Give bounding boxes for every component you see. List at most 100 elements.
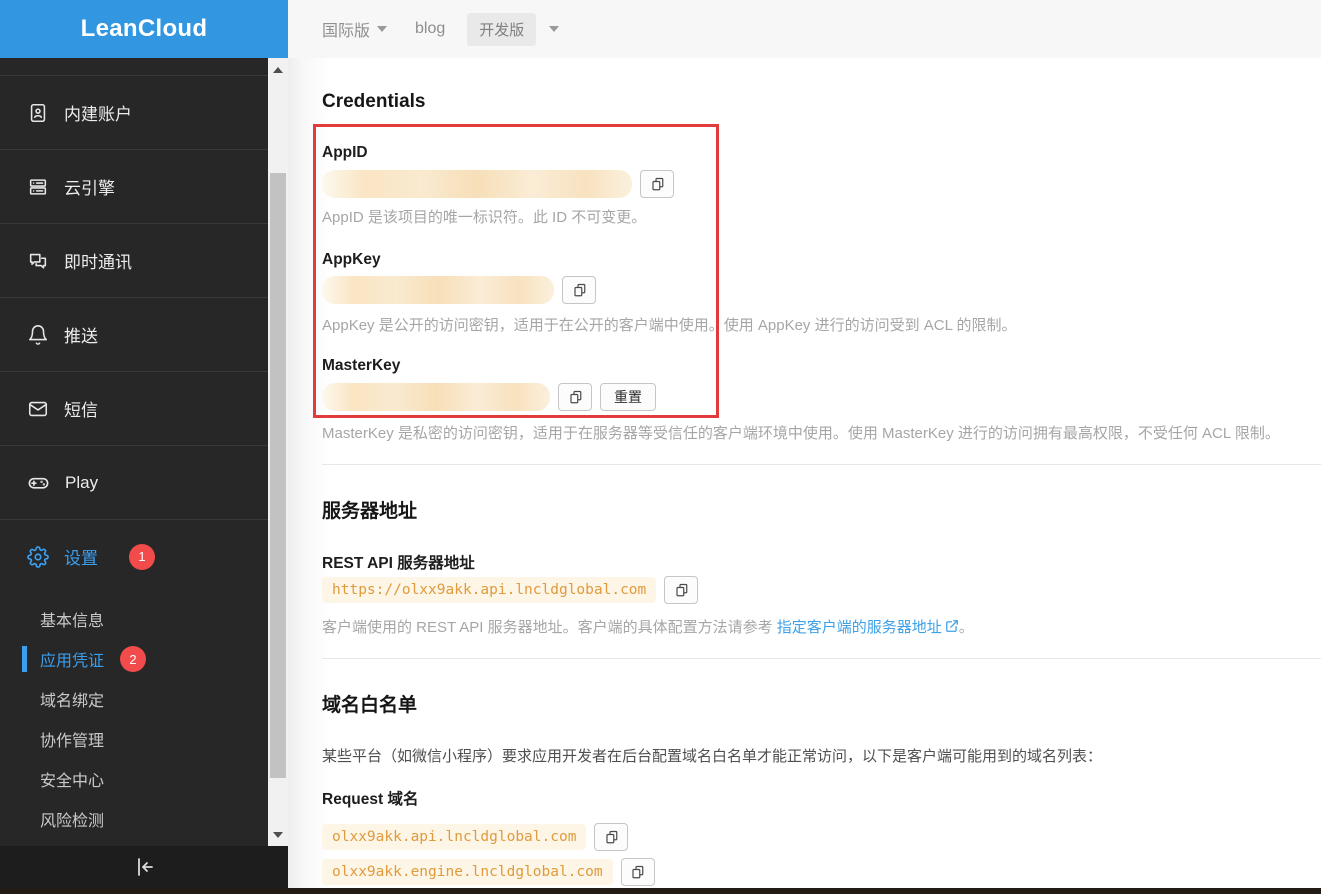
sidebar-item-push[interactable]: 推送	[0, 297, 268, 371]
sidebar: 内建账户 云引擎 即时通讯 推送 短信 Play 设置 1 基本信息 应用凭证 …	[0, 58, 268, 846]
sidebar-scrollbar[interactable]	[268, 58, 288, 846]
region-dropdown[interactable]: 国际版	[322, 17, 370, 41]
main-content: Credentials AppID AppID 是该项目的唯一标识符。此 ID …	[288, 58, 1321, 888]
submenu-item-app-credentials[interactable]: 应用凭证 2	[0, 639, 268, 679]
gamepad-icon	[28, 477, 49, 489]
submenu-item-label: 安全中心	[40, 773, 105, 790]
topbar: 国际版 blog 开发版	[288, 0, 1321, 58]
collapse-sidebar-icon	[138, 858, 153, 876]
sidebar-item-label: 短信	[64, 401, 98, 420]
sidebar-item-messaging[interactable]: 即时通讯	[0, 223, 268, 297]
credentials-title: Credentials	[322, 91, 426, 112]
copy-masterkey-button[interactable]	[558, 383, 592, 411]
copy-appid-button[interactable]	[640, 170, 674, 198]
rest-api-label: REST API 服务器地址	[322, 555, 475, 572]
masterkey-description: MasterKey 是私密的访问密钥，适用于在服务器等受信任的客户端环境中使用。…	[322, 425, 1280, 442]
request-domain-row: olxx9akk.engine.lncldglobal.com	[322, 858, 655, 886]
brand-header: LeanCloud	[0, 0, 288, 58]
bottom-strip	[0, 888, 1321, 894]
sidebar-item-label: Play	[65, 472, 99, 492]
request-domain-row: olxx9akk.api.lncldglobal.com	[322, 823, 629, 851]
copy-icon	[632, 865, 644, 878]
rest-api-description: 客户端使用的 REST API 服务器地址。客户端的具体配置方法请参考 指定客户…	[322, 616, 1321, 637]
rest-desc-text: 客户端使用的 REST API 服务器地址。客户端的具体配置方法请参考	[322, 619, 777, 636]
rest-url-row: https://olxx9akk.api.lncldglobal.com	[322, 576, 699, 604]
masterkey-redacted-value	[322, 383, 550, 411]
appid-label: AppID	[322, 144, 368, 161]
submenu-item-label: 应用凭证	[40, 653, 105, 670]
app-window: LeanCloud 国际版 blog 开发版 内建账户 云引擎 即时通讯 推送	[0, 0, 1321, 894]
sidebar-item-engine[interactable]: 云引擎	[0, 149, 268, 223]
scroll-up-arrow-icon[interactable]	[273, 67, 283, 73]
reset-masterkey-button[interactable]: 重置	[600, 383, 656, 411]
copy-icon	[676, 583, 688, 596]
scroll-down-arrow-icon[interactable]	[273, 832, 283, 838]
scrollbar-thumb[interactable]	[270, 173, 286, 778]
submenu-item-label: 域名绑定	[40, 693, 105, 710]
submenu-item-label: 协作管理	[40, 733, 105, 750]
appkey-redacted-value	[322, 276, 554, 304]
gear-icon	[27, 545, 49, 568]
rest-api-url: https://olxx9akk.api.lncldglobal.com	[322, 577, 657, 603]
sidebar-item-sms[interactable]: 短信	[0, 371, 268, 445]
sidebar-item-label: 设置	[64, 549, 98, 568]
bell-icon	[28, 324, 48, 345]
settings-badge: 1	[129, 543, 155, 570]
external-link-icon	[945, 620, 958, 632]
server-icon	[29, 178, 47, 195]
submenu-item-domain-binding[interactable]: 域名绑定	[0, 679, 268, 719]
appid-value-row	[322, 170, 674, 198]
sidebar-collapse-bar[interactable]	[0, 846, 288, 888]
submenu-item-label: 基本信息	[40, 613, 105, 630]
active-indicator-bar	[22, 646, 27, 672]
sidebar-item-label: 云引擎	[64, 179, 115, 198]
copy-icon	[573, 283, 585, 296]
rest-desc-suffix: 。	[958, 619, 974, 636]
appkey-value-row	[322, 276, 596, 304]
copy-icon	[606, 830, 618, 843]
sidebar-item-label: 推送	[64, 327, 98, 346]
appid-redacted-value	[322, 170, 632, 198]
submenu-item-risk-detection[interactable]: 风险检测	[0, 799, 268, 839]
appkey-description: AppKey 是公开的访问密钥，适用于在公开的客户端中使用。使用 AppKey …	[322, 317, 1017, 334]
id-card-icon	[30, 103, 46, 122]
request-domain-engine: olxx9akk.engine.lncldglobal.com	[322, 859, 613, 885]
blog-link[interactable]: blog	[415, 20, 445, 38]
appid-description: AppID 是该项目的唯一标识符。此 ID 不可变更。	[322, 209, 647, 226]
submenu-item-label: 风险检测	[40, 813, 105, 830]
submenu-item-security-center[interactable]: 安全中心	[0, 759, 268, 799]
chat-bubbles-icon	[29, 253, 47, 269]
sidebar-item-label: 内建账户	[64, 105, 132, 124]
chevron-down-icon[interactable]	[549, 26, 560, 32]
sidebar-item-play[interactable]: Play	[0, 445, 268, 519]
request-domain-api: olxx9akk.api.lncldglobal.com	[322, 824, 587, 850]
copy-icon	[651, 177, 663, 190]
chevron-down-icon[interactable]	[377, 26, 388, 32]
logo[interactable]: LeanCloud	[81, 15, 208, 43]
copy-domain-api-button[interactable]	[594, 823, 629, 851]
section-divider	[322, 464, 1321, 465]
section-divider	[322, 658, 1321, 659]
server-address-title: 服务器地址	[322, 501, 418, 522]
masterkey-value-row: 重置	[322, 383, 656, 411]
sidebar-item-accounts[interactable]: 内建账户	[0, 75, 268, 149]
submenu-item-basic-info[interactable]: 基本信息	[0, 599, 268, 639]
request-domain-label: Request 域名	[322, 791, 419, 808]
copy-icon	[569, 390, 581, 403]
appkey-label: AppKey	[322, 251, 381, 268]
copy-rest-url-button[interactable]	[664, 576, 699, 604]
link-label: 指定客户端的服务器地址	[776, 619, 942, 636]
copy-appkey-button[interactable]	[562, 276, 596, 304]
domain-whitelist-description: 某些平台（如微信小程序）要求应用开发者在后台配置域名白名单才能正常访问，以下是客…	[322, 748, 1103, 765]
sidebar-item-label: 即时通讯	[64, 253, 132, 272]
submenu-item-collaboration[interactable]: 协作管理	[0, 719, 268, 759]
credentials-badge: 2	[120, 646, 147, 672]
mail-icon	[28, 401, 48, 416]
sidebar-item-settings[interactable]: 设置 1	[0, 519, 268, 593]
copy-domain-engine-button[interactable]	[620, 858, 655, 886]
masterkey-label: MasterKey	[322, 357, 401, 374]
version-tag[interactable]: 开发版	[467, 12, 537, 46]
settings-submenu: 基本信息 应用凭证 2 域名绑定 协作管理 安全中心 风险检测	[0, 599, 268, 839]
server-address-doc-link[interactable]: 指定客户端的服务器地址	[777, 619, 959, 636]
